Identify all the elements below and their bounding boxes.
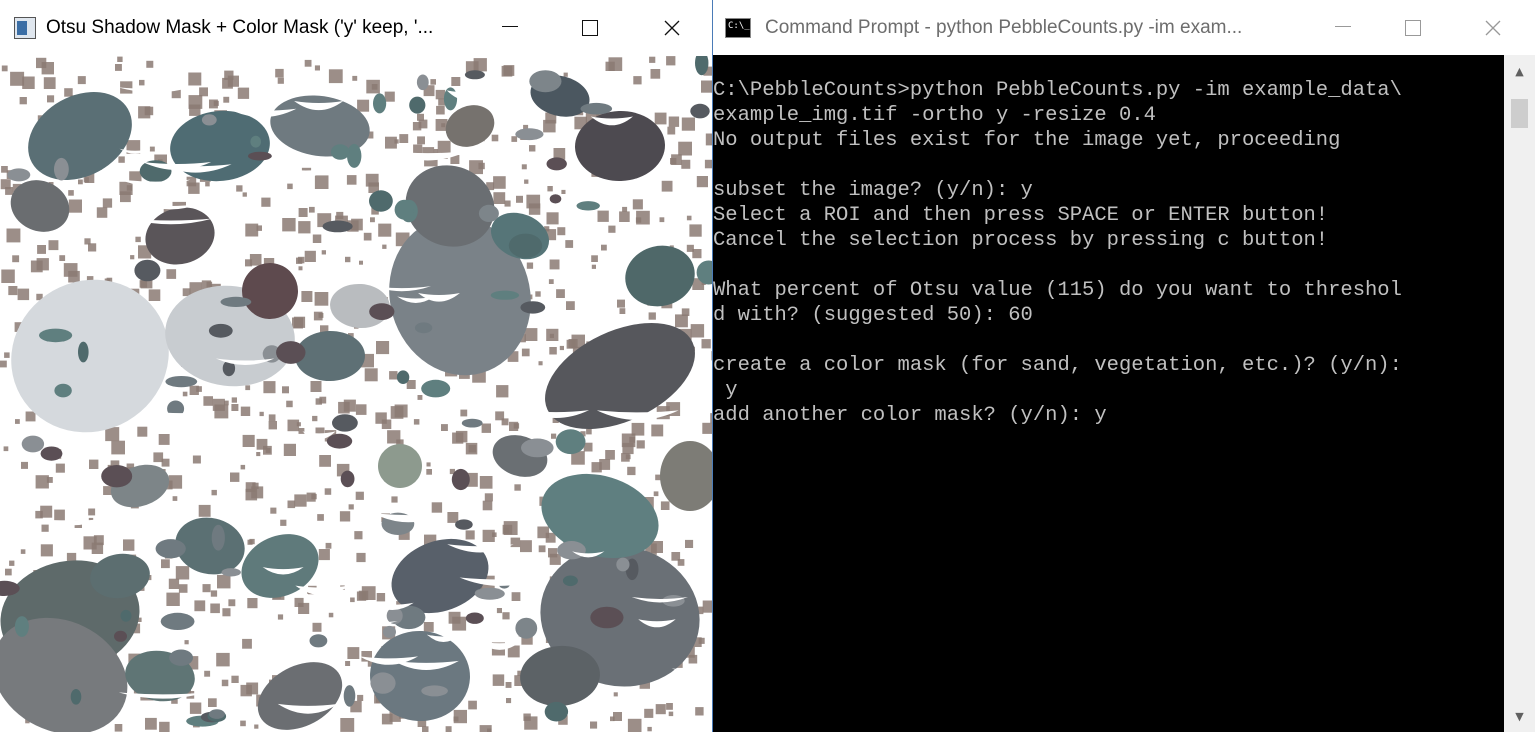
- scroll-down-arrow-icon[interactable]: ▼: [1504, 700, 1535, 732]
- console-line: create a color mask (for sand, vegetatio…: [713, 354, 1402, 377]
- console-line: add another color mask? (y/n): y: [713, 404, 1107, 427]
- console-line: example_img.tif -ortho y -resize 0.4: [713, 104, 1156, 127]
- pebble-image-canvas: [0, 56, 712, 732]
- image-viewer-window: Otsu Shadow Mask + Color Mask ('y' keep,…: [0, 0, 713, 732]
- command-prompt-window: Command Prompt - python PebbleCounts.py …: [713, 0, 1535, 732]
- cmd-maximize-button[interactable]: [1373, 0, 1453, 56]
- console-scrollbar[interactable]: ▲ ▼: [1504, 55, 1535, 732]
- close-button[interactable]: [632, 0, 712, 56]
- close-icon: [664, 20, 680, 36]
- maximize-button[interactable]: [550, 0, 630, 56]
- console-line: d with? (suggested 50): 60: [713, 304, 1033, 327]
- cmd-titlebar[interactable]: Command Prompt - python PebbleCounts.py …: [713, 0, 1535, 55]
- console-line: No output files exist for the image yet,…: [713, 129, 1341, 152]
- cmd-icon: [725, 17, 751, 38]
- masked-pebble-image[interactable]: [0, 56, 712, 732]
- console-line: Select a ROI and then press SPACE or ENT…: [713, 204, 1329, 227]
- console-line: subset the image? (y/n): y: [713, 179, 1033, 202]
- console-line: y: [713, 379, 738, 402]
- cmd-close-button[interactable]: [1453, 0, 1533, 56]
- image-window-icon: [14, 17, 36, 39]
- console-output[interactable]: C:\PebbleCounts>python PebbleCounts.py -…: [713, 55, 1503, 732]
- console-line: C:\PebbleCounts>python PebbleCounts.py -…: [713, 79, 1402, 102]
- cmd-minimize-button[interactable]: [1303, 0, 1383, 56]
- scrollbar-thumb[interactable]: [1511, 99, 1528, 128]
- image-viewer-titlebar[interactable]: Otsu Shadow Mask + Color Mask ('y' keep,…: [0, 0, 712, 56]
- console-line: What percent of Otsu value (115) do you …: [713, 279, 1402, 302]
- scroll-up-arrow-icon[interactable]: ▲: [1504, 55, 1535, 87]
- close-icon: [1485, 20, 1501, 36]
- console-line: Cancel the selection process by pressing…: [713, 229, 1329, 252]
- image-viewer-title: Otsu Shadow Mask + Color Mask ('y' keep,…: [46, 17, 434, 38]
- minimize-button[interactable]: [470, 0, 550, 56]
- cmd-title: Command Prompt - python PebbleCounts.py …: [765, 16, 1243, 38]
